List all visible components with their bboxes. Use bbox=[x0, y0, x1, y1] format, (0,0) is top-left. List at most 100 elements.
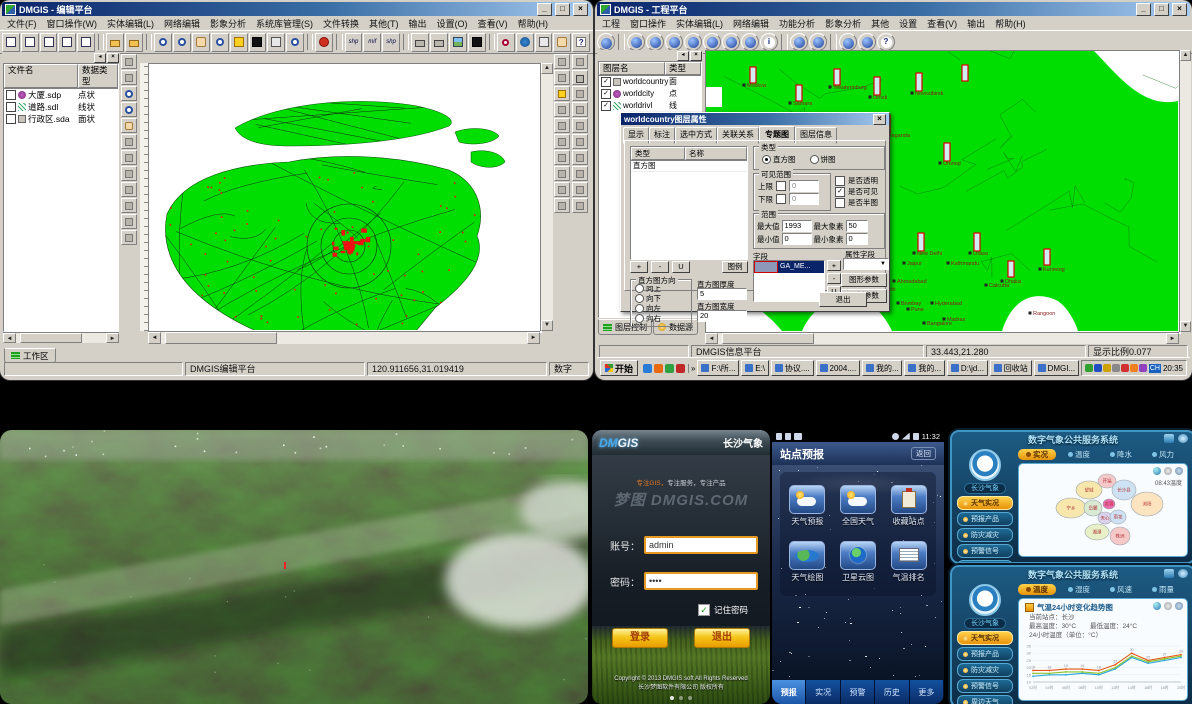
sidebar-menu-item[interactable]: 防灾减灾 bbox=[957, 528, 1013, 542]
overlay-icon[interactable] bbox=[468, 33, 486, 52]
menu-item[interactable]: 窗口操作(W) bbox=[42, 17, 103, 30]
direction-radio[interactable]: 向下 bbox=[635, 293, 691, 303]
list-button[interactable]: - bbox=[651, 261, 669, 273]
info-icon[interactable] bbox=[554, 54, 570, 69]
taskbar-button[interactable]: 回收站 bbox=[990, 360, 1032, 376]
zoom-out-icon[interactable] bbox=[665, 33, 683, 51]
sidebar-menu-item[interactable]: 预报产品 bbox=[957, 512, 1013, 526]
graphic-params-button[interactable]: 图形参数 bbox=[841, 273, 887, 287]
option-checkbox[interactable]: 是否可见 bbox=[835, 186, 878, 197]
legend-icon[interactable] bbox=[572, 54, 588, 69]
direction-radio[interactable]: 向左 bbox=[635, 303, 691, 313]
minimize-icon[interactable] bbox=[537, 3, 552, 16]
taskbar-button[interactable]: 我的... bbox=[904, 360, 944, 376]
zoom-in-icon[interactable] bbox=[154, 33, 172, 52]
list-button[interactable]: U bbox=[672, 261, 690, 273]
print-icon[interactable] bbox=[411, 33, 429, 52]
menu-item[interactable]: 输出 bbox=[962, 17, 990, 30]
pointer-icon[interactable] bbox=[627, 33, 645, 51]
map-canvas[interactable] bbox=[148, 63, 542, 333]
menu-item[interactable]: 网络编辑 bbox=[728, 17, 774, 30]
taskbar-button[interactable]: 2004.... bbox=[816, 360, 860, 376]
maximize-icon[interactable] bbox=[555, 3, 570, 16]
app-shortcut[interactable]: 气温排名 bbox=[883, 534, 934, 590]
grid-icon[interactable] bbox=[554, 182, 570, 197]
help-icon[interactable]: ? bbox=[877, 33, 895, 51]
help-icon[interactable] bbox=[676, 364, 685, 373]
dialog-close-icon[interactable] bbox=[873, 114, 886, 125]
login-button[interactable]: 登录 bbox=[612, 628, 668, 648]
panel-close-icon[interactable]: × bbox=[690, 51, 702, 61]
scroll-right-icon[interactable]: ► bbox=[106, 333, 119, 343]
north-icon[interactable] bbox=[554, 150, 570, 165]
info-icon[interactable]: i bbox=[760, 33, 778, 51]
zoom-fit-icon[interactable] bbox=[684, 33, 702, 51]
terrain-3d-view[interactable] bbox=[0, 430, 588, 704]
list-button[interactable]: + bbox=[630, 261, 648, 273]
exit-button[interactable]: 退出 bbox=[819, 292, 867, 307]
sidebar-menu-item[interactable]: 周边天气 bbox=[957, 695, 1013, 704]
undo-icon[interactable] bbox=[572, 150, 588, 165]
menu-item[interactable]: 网络编辑 bbox=[159, 17, 205, 30]
app-icon[interactable] bbox=[840, 541, 876, 570]
map-tab[interactable]: 风力 bbox=[1144, 449, 1182, 460]
screen-tray-icon[interactable] bbox=[1094, 364, 1102, 372]
field-button[interactable]: + bbox=[827, 260, 841, 271]
app-icon[interactable] bbox=[891, 485, 927, 514]
image-icon[interactable] bbox=[449, 33, 467, 52]
scroll-thumb[interactable] bbox=[20, 333, 82, 343]
pan-hand-icon[interactable] bbox=[553, 33, 571, 52]
scroll-right-icon[interactable]: ► bbox=[1166, 333, 1179, 344]
nav-tab[interactable]: 实况 bbox=[806, 680, 840, 704]
scroll-thumb[interactable] bbox=[722, 333, 814, 344]
next-icon[interactable] bbox=[554, 134, 570, 149]
taskbar-button[interactable]: DMGI... bbox=[1034, 360, 1079, 376]
taskbar-button[interactable]: D:\jd... bbox=[947, 360, 988, 376]
measure-icon[interactable] bbox=[267, 33, 285, 52]
map-hscroll[interactable]: ◄ ► bbox=[148, 331, 540, 344]
doc-2-icon[interactable] bbox=[21, 33, 39, 52]
app-icon[interactable] bbox=[840, 485, 876, 514]
menu-item[interactable]: 设置(O) bbox=[432, 17, 473, 30]
minimize-icon[interactable] bbox=[1136, 3, 1151, 16]
snap-icon[interactable] bbox=[121, 230, 137, 245]
pointer-icon[interactable] bbox=[121, 54, 137, 69]
menu-item[interactable]: 功能分析 bbox=[774, 17, 820, 30]
menu-item[interactable]: 窗口操作 bbox=[625, 17, 671, 30]
scroll-down-icon[interactable]: ▼ bbox=[1180, 321, 1191, 332]
chart-mini-icons[interactable] bbox=[1153, 602, 1183, 610]
sidebar-menu-item[interactable]: 周边天气 bbox=[957, 560, 1013, 564]
file-row[interactable]: 大厦.sdp 点状 bbox=[4, 89, 118, 101]
option-checkbox[interactable]: 是否半图 bbox=[835, 197, 878, 208]
field-button[interactable]: - bbox=[827, 273, 841, 284]
layer-row[interactable]: worldcountry 面 bbox=[599, 76, 701, 88]
scroll-left-icon[interactable]: ◄ bbox=[3, 333, 16, 343]
globe-icon[interactable] bbox=[516, 33, 534, 52]
max-value-input[interactable]: 1993 bbox=[782, 220, 812, 232]
prev-icon[interactable] bbox=[554, 118, 570, 133]
help-icon[interactable] bbox=[572, 198, 588, 213]
file-checkbox[interactable] bbox=[6, 102, 16, 112]
print-2-icon[interactable] bbox=[430, 33, 448, 52]
mif-export-icon[interactable]: mif bbox=[363, 33, 381, 52]
table-icon[interactable] bbox=[572, 86, 588, 101]
clear-icon[interactable] bbox=[554, 102, 570, 117]
column-datatype[interactable]: 数据类型 bbox=[78, 64, 118, 88]
pan-hand-icon[interactable] bbox=[121, 118, 137, 133]
menu-item[interactable]: 帮助(H) bbox=[513, 17, 554, 30]
type-radio-histogram[interactable]: 直方图 bbox=[762, 154, 796, 165]
option-checkbox[interactable]: 是否透明 bbox=[835, 175, 878, 186]
exit-button[interactable]: 退出 bbox=[694, 628, 750, 648]
image-icon[interactable] bbox=[665, 364, 674, 373]
doc-4-icon[interactable] bbox=[58, 33, 76, 52]
app-shortcut[interactable]: 收藏站点 bbox=[883, 478, 934, 534]
msg-tray-icon[interactable] bbox=[1130, 364, 1138, 372]
sidebar-menu-item[interactable]: 天气实况 bbox=[957, 496, 1013, 510]
taskbar-button[interactable]: F:\所... bbox=[697, 360, 739, 376]
chart-tab[interactable]: 雨量 bbox=[1144, 584, 1182, 595]
globe-icon[interactable] bbox=[741, 33, 759, 51]
engineer-titlebar[interactable]: DMGIS - 工程平台 bbox=[597, 2, 1190, 16]
zoom-in-icon[interactable] bbox=[121, 86, 137, 101]
ie-icon[interactable] bbox=[643, 364, 652, 373]
lock-icon[interactable] bbox=[572, 182, 588, 197]
